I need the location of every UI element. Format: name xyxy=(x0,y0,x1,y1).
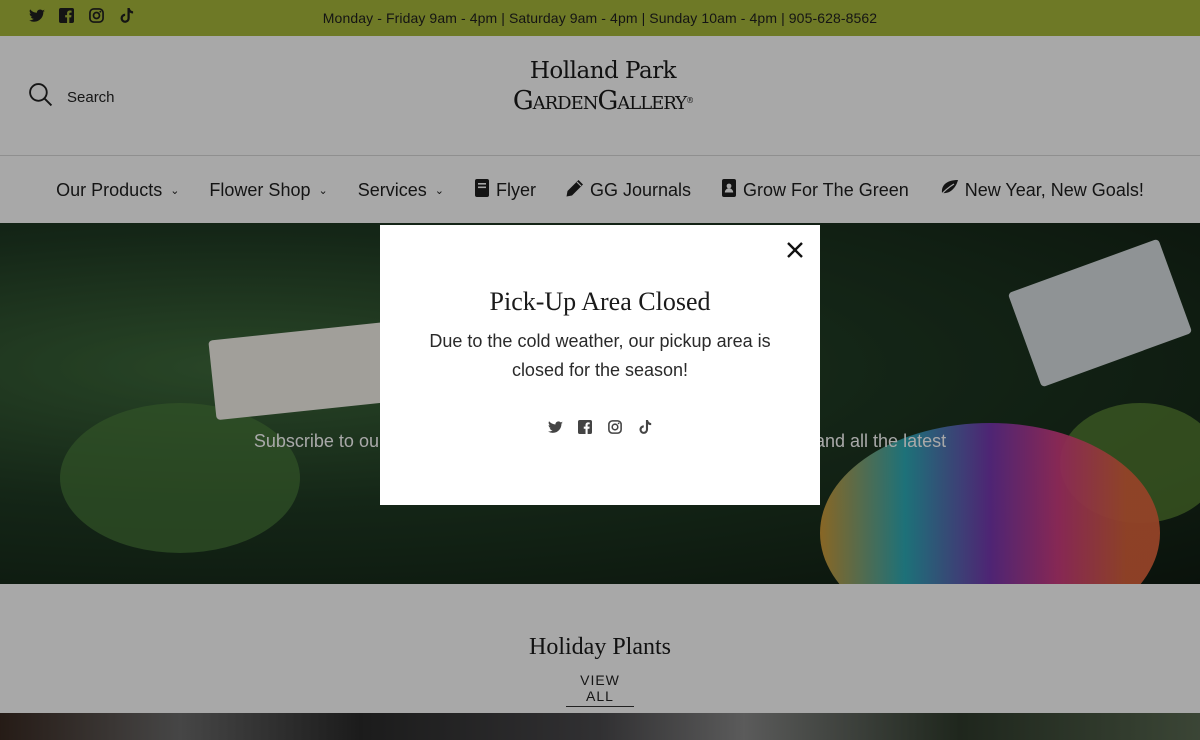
instagram-icon[interactable] xyxy=(607,419,623,435)
facebook-icon[interactable] xyxy=(577,419,593,435)
modal-title: Pick-Up Area Closed xyxy=(489,287,711,316)
twitter-icon[interactable] xyxy=(547,419,563,435)
announcement-modal: Pick-Up Area Closed Due to the cold weat… xyxy=(380,225,820,505)
modal-body: Due to the cold weather, our pickup area… xyxy=(429,331,771,380)
modal-social-links xyxy=(380,419,820,435)
tiktok-icon[interactable] xyxy=(637,419,653,435)
close-icon[interactable] xyxy=(784,239,806,261)
